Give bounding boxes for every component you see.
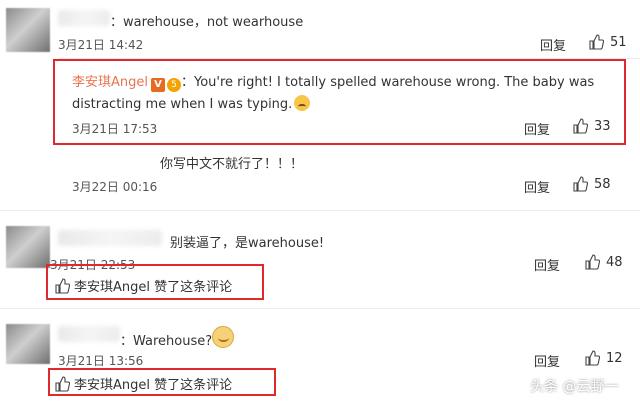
reply-button[interactable]: 回复: [540, 35, 566, 54]
like-button[interactable]: 48: [584, 254, 623, 270]
watermark: 头条 @云野一: [530, 379, 619, 395]
avatar[interactable]: [6, 226, 50, 268]
avatar[interactable]: [6, 324, 50, 364]
thumbs-up-icon: [589, 34, 604, 50]
thumbs-up-icon: [585, 350, 600, 366]
reply-button[interactable]: 回复: [524, 177, 550, 196]
divider: [0, 210, 640, 211]
divider: [0, 308, 640, 309]
comment-text: ：warehouse，not wearhouse: [110, 15, 304, 30]
member-badge-icon: 5: [167, 78, 181, 92]
liked-by-text: 李安琪Angel 赞了这条评论: [74, 280, 233, 295]
comment-text: ：Warehouse?: [120, 334, 213, 349]
author-liked-row: 李安琪Angel 赞了这条评论: [54, 374, 232, 393]
like-count: 51: [610, 34, 627, 50]
comment-time: 3月21日 13:56: [58, 354, 144, 368]
reply-text-line2: distracting me when I was typing.: [72, 95, 311, 112]
thumbs-up-icon: [55, 277, 70, 294]
like-count: 33: [594, 118, 611, 134]
reply-text-line1: 李安琪Angel V 5 ：You're right! I totally spell…: [72, 75, 595, 92]
username-blurred[interactable]: [58, 10, 110, 26]
comment-text: 你写中文不就行了！！！: [160, 157, 304, 172]
avatar[interactable]: [6, 8, 50, 52]
verified-badge-icon: V: [151, 78, 165, 92]
comment-text: 别装逼了，是warehouse!: [170, 236, 325, 251]
grinning-emoji-icon: [212, 326, 234, 348]
thumbs-up-icon: [573, 176, 588, 192]
thumbs-up-icon: [573, 118, 588, 134]
username-blurred[interactable]: [58, 326, 120, 342]
author-liked-row: 李安琪Angel 赞了这条评论: [54, 276, 232, 295]
like-count: 48: [606, 254, 623, 270]
thumbs-up-icon: [585, 254, 600, 270]
reply-button[interactable]: 回复: [534, 255, 560, 274]
author-name[interactable]: 李安琪Angel: [72, 75, 148, 90]
liked-by-text: 李安琪Angel 赞了这条评论: [74, 378, 233, 393]
like-button[interactable]: 58: [572, 176, 611, 192]
like-count: 12: [606, 350, 623, 366]
username-blurred[interactable]: [58, 230, 162, 246]
crying-emoji-icon: [294, 95, 311, 111]
like-button[interactable]: 33: [572, 118, 611, 134]
comment-time: 3月21日 14:42: [58, 38, 144, 52]
thumbs-up-icon: [55, 375, 70, 392]
like-button[interactable]: 12: [584, 350, 623, 366]
reply-button[interactable]: 回复: [534, 351, 560, 370]
comment-time: 3月21日 17:53: [72, 122, 158, 136]
like-button[interactable]: 51: [588, 34, 627, 50]
like-count: 58: [594, 176, 611, 192]
comment-time: 3月22日 00:16: [72, 180, 158, 194]
reply-button[interactable]: 回复: [524, 119, 550, 138]
